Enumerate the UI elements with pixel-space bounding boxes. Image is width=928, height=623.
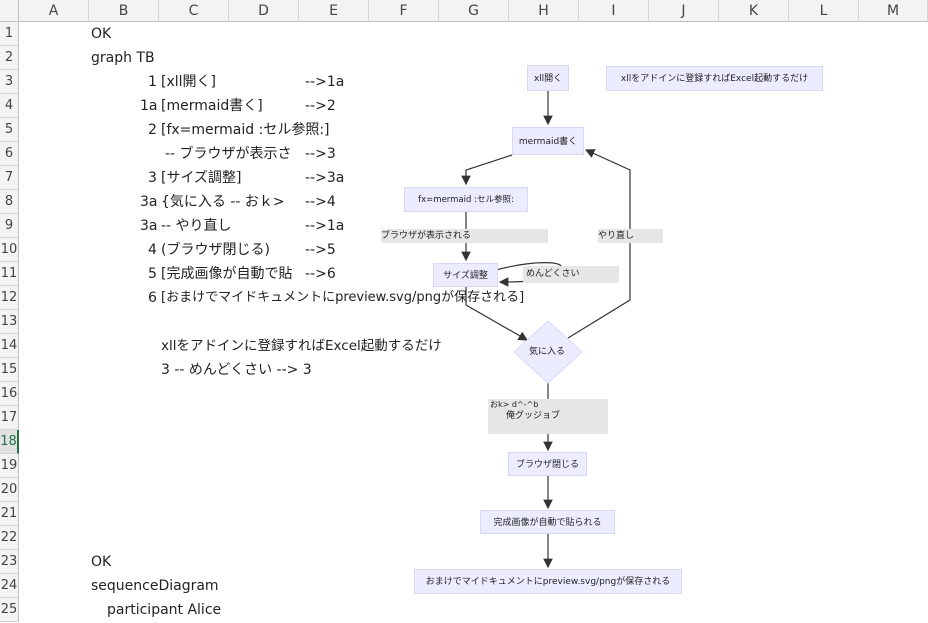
row-header-17[interactable]: 17	[0, 406, 19, 430]
edge-mermaid-to-fx	[461, 154, 513, 186]
cell-b10-id[interactable]: 4	[148, 238, 157, 262]
row-header-13[interactable]: 13	[0, 310, 19, 334]
cell-c5[interactable]: [fx=mermaid :セル参照:]	[161, 118, 330, 142]
cell-b3-id[interactable]: 1	[148, 70, 157, 94]
cell-e3[interactable]: -->1a	[305, 70, 344, 94]
cell-b23[interactable]: OK	[91, 550, 111, 574]
edge-like-redo	[567, 149, 631, 339]
row-header-9[interactable]: 9	[0, 214, 19, 238]
row-header-18[interactable]: 18	[0, 430, 19, 454]
cell-c8[interactable]: {気に入る -- おｋ>	[161, 190, 300, 214]
cell-e10[interactable]: -->5	[305, 238, 336, 262]
cell-b2[interactable]: graph TB	[91, 46, 155, 70]
cell-b11-id[interactable]: 5	[148, 262, 157, 286]
spreadsheet-sheet: A B C D E F G H I J K L M 1 2 3 4 5 6 7 8 9 10 11 1…	[0, 0, 928, 623]
row-header-14[interactable]: 14	[0, 334, 19, 358]
select-all-corner[interactable]	[0, 0, 19, 22]
column-header-l[interactable]: L	[789, 0, 859, 22]
cell-c9[interactable]: -- やり直し	[161, 214, 232, 238]
row-header-21[interactable]: 21	[0, 502, 19, 526]
row-header-22[interactable]: 22	[0, 526, 19, 550]
row-header-25[interactable]: 25	[0, 598, 19, 622]
cell-c3[interactable]: [xll開く]	[161, 70, 216, 94]
cell-b9-id[interactable]: 3a	[140, 214, 158, 238]
node-xll-open[interactable]: xll開く	[527, 65, 569, 91]
column-header-i[interactable]: I	[579, 0, 649, 22]
row-header-1[interactable]: 1	[0, 22, 19, 46]
cell-e7[interactable]: -->3a	[305, 166, 344, 190]
label-redo: やり直し	[598, 229, 663, 243]
cell-b5-id[interactable]: 2	[148, 118, 157, 142]
node-note[interactable]: xllをアドインに登録すればExcel起動するだけ	[606, 66, 823, 91]
cell-b24[interactable]: sequenceDiagram	[91, 574, 219, 598]
row-header-11[interactable]: 11	[0, 262, 19, 286]
row-header-2[interactable]: 2	[0, 46, 19, 70]
edge-size-to-like	[465, 287, 529, 341]
label-browser-shown: ブラウザが表示される	[381, 229, 548, 243]
row-header-3[interactable]: 3	[0, 70, 19, 94]
row-header-20[interactable]: 20	[0, 478, 19, 502]
cell-c6[interactable]: -- ブラウザが表示さ	[165, 142, 300, 166]
cell-c4[interactable]: [mermaid書く]	[161, 94, 263, 118]
cell-c10[interactable]: (ブラウザ閉じる)	[161, 238, 270, 262]
column-header-m[interactable]: M	[859, 0, 928, 22]
row-header-16[interactable]: 16	[0, 382, 19, 406]
row-header-12[interactable]: 12	[0, 286, 19, 310]
row-header-4[interactable]: 4	[0, 94, 19, 118]
node-browser-close[interactable]: ブラウザ閉じる	[508, 452, 587, 476]
label-ok-line1: おk> d^-^b	[490, 400, 539, 409]
cell-b25[interactable]: participant Alice	[107, 598, 221, 622]
node-mermaid-write[interactable]: mermaid書く	[512, 127, 584, 155]
row-header-7[interactable]: 7	[0, 166, 19, 190]
column-header-a[interactable]: A	[19, 0, 89, 22]
cell-c7[interactable]: [サイズ調整]	[161, 166, 242, 190]
cell-e8[interactable]: -->4	[305, 190, 336, 214]
cell-c15[interactable]: 3 -- めんどくさい --> 3	[161, 358, 312, 382]
node-fx-mermaid[interactable]: fx=mermaid :セル参照:	[404, 187, 528, 212]
row-header-19[interactable]: 19	[0, 454, 19, 478]
row-header-10[interactable]: 10	[0, 238, 19, 262]
cell-b4-id[interactable]: 1a	[140, 94, 158, 118]
row-header-23[interactable]: 23	[0, 550, 19, 574]
column-header-f[interactable]: F	[369, 0, 439, 22]
cell-b7-id[interactable]: 3	[148, 166, 157, 190]
column-header-d[interactable]: D	[229, 0, 299, 22]
row-header-24[interactable]: 24	[0, 574, 19, 598]
node-bonus-save[interactable]: おまけでマイドキュメントにpreview.svg/pngが保存される	[414, 569, 682, 594]
node-auto-paste[interactable]: 完成画像が自動で貼られる	[480, 510, 615, 534]
cell-b8-id[interactable]: 3a	[140, 190, 158, 214]
row-header-6[interactable]: 6	[0, 142, 19, 166]
label-ok-line2: 俺グッジョブ	[506, 411, 561, 421]
row-header-8[interactable]: 8	[0, 190, 19, 214]
column-header-c[interactable]: C	[159, 0, 229, 22]
node-like-it[interactable]: 気に入る	[529, 340, 565, 364]
cell-b1[interactable]: OK	[91, 22, 111, 46]
column-header-g[interactable]: G	[439, 0, 509, 22]
label-tedious: めんどくさい	[523, 266, 619, 283]
cell-e9[interactable]: -->1a	[305, 214, 344, 238]
column-header-j[interactable]: J	[649, 0, 719, 22]
cell-e11[interactable]: -->6	[305, 262, 336, 286]
cell-e4[interactable]: -->2	[305, 94, 336, 118]
cell-e6[interactable]: -->3	[305, 142, 336, 166]
cell-b12-id[interactable]: 6	[148, 286, 157, 310]
column-header-e[interactable]: E	[299, 0, 369, 22]
column-header-b[interactable]: B	[89, 0, 159, 22]
label-ok-box: おk> d^-^b 俺グッジョブ	[488, 399, 608, 434]
column-header-k[interactable]: K	[719, 0, 789, 22]
column-header-h[interactable]: H	[509, 0, 579, 22]
row-header-5[interactable]: 5	[0, 118, 19, 142]
row-header-15[interactable]: 15	[0, 358, 19, 382]
cell-c11[interactable]: [完成画像が自動で貼	[161, 262, 300, 286]
node-size-adjust[interactable]: サイズ調整	[433, 263, 498, 287]
